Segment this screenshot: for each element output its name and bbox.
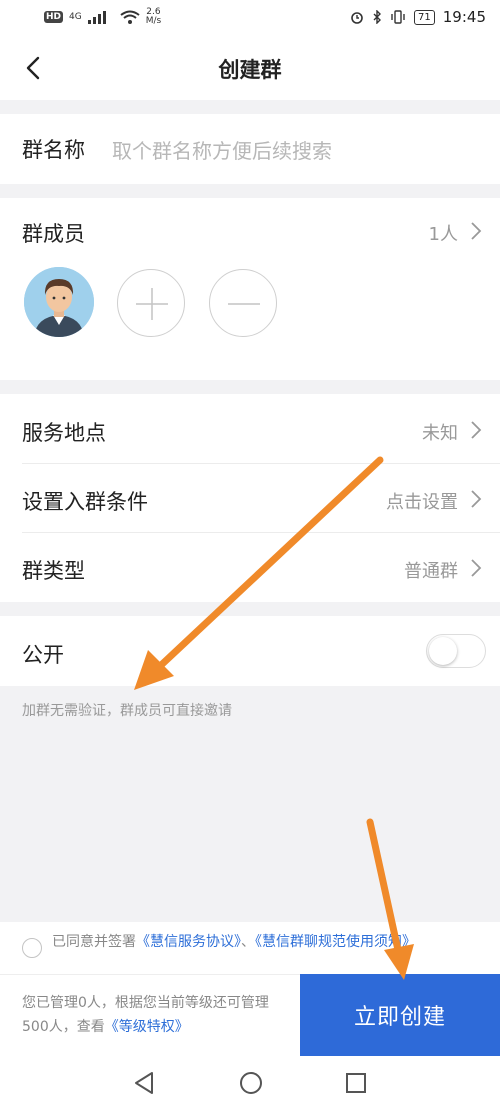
- settings-section: 服务地点 未知 设置入群条件 点击设置 群类型 普通群: [0, 394, 500, 602]
- public-label: 公开: [22, 643, 64, 667]
- location-label: 服务地点: [22, 421, 106, 445]
- signal-icon: [87, 11, 106, 24]
- group-type-value: 普通群: [404, 561, 458, 582]
- group-name-row[interactable]: 群名称 取个群名称方便后续搜索: [0, 114, 500, 184]
- chevron-right-icon: [471, 490, 482, 508]
- join-condition-value: 点击设置: [386, 492, 458, 513]
- nav-recents-icon[interactable]: [344, 1070, 368, 1096]
- nav-back-icon[interactable]: [132, 1070, 156, 1096]
- bluetooth-icon: [373, 10, 382, 24]
- service-agreement-link[interactable]: 《慧信服务协议》: [136, 934, 241, 950]
- members-section: 群成员 1人: [0, 198, 500, 380]
- person-avatar-icon: [24, 267, 94, 337]
- clock: 19:45: [442, 8, 486, 26]
- vibrate-icon: [391, 10, 405, 24]
- location-row[interactable]: 服务地点 未知: [0, 394, 500, 464]
- agreement-separator: 、: [241, 934, 255, 950]
- agreement-text: 已同意并签署《慧信服务协议》、《慧信群聊规范使用须知》: [52, 932, 472, 952]
- net-speed: 2.6 M/s: [146, 8, 162, 26]
- group-rules-link[interactable]: 《慧信群聊规范使用须知》: [255, 934, 416, 950]
- minus-icon: [228, 303, 260, 305]
- wifi-icon: [120, 10, 140, 24]
- members-count[interactable]: 1人: [429, 220, 458, 246]
- public-hint: 加群无需验证，群成员可直接邀请: [22, 703, 232, 719]
- battery-indicator: 71: [414, 9, 435, 25]
- agreement-row: 已同意并签署《慧信服务协议》、《慧信群聊规范使用须知》: [0, 922, 500, 974]
- net-speed-unit: M/s: [145, 16, 162, 26]
- group-name-input[interactable]: 取个群名称方便后续搜索: [112, 135, 332, 164]
- status-bar: HD 4G 2.6 M/s 71 19:45: [0, 0, 500, 36]
- plus-icon: [136, 288, 168, 320]
- agree-checkbox[interactable]: [22, 938, 42, 958]
- hd-badge: HD: [44, 11, 64, 23]
- join-condition-label: 设置入群条件: [22, 490, 148, 514]
- chevron-right-icon: [471, 559, 482, 577]
- nav-bar: 创建群: [0, 36, 500, 100]
- add-member-button[interactable]: [117, 269, 185, 337]
- alarm-icon: [351, 12, 363, 24]
- group-type-label: 群类型: [22, 559, 85, 583]
- public-toggle[interactable]: [426, 634, 486, 668]
- join-condition-row[interactable]: 设置入群条件 点击设置: [0, 464, 500, 532]
- management-info: 您已管理0人，根据您当前等级还可管理500人，查看《等级特权》: [0, 974, 300, 1056]
- group-name-label: 群名称: [22, 138, 85, 162]
- management-text: 您已管理0人，根据您当前等级还可管理500人，查看《等级特权》: [22, 991, 292, 1039]
- network-type: 4G: [69, 11, 82, 22]
- remove-member-button[interactable]: [209, 269, 277, 337]
- location-value: 未知: [422, 423, 458, 444]
- level-privileges-link[interactable]: 《等级特权》: [105, 1019, 189, 1035]
- chevron-right-icon[interactable]: [470, 221, 482, 241]
- chevron-right-icon: [471, 421, 482, 439]
- toggle-knob: [429, 637, 457, 665]
- avatar[interactable]: [24, 267, 94, 337]
- page-title: 创建群: [218, 58, 282, 82]
- agreement-prefix: 已同意并签署: [52, 934, 136, 950]
- create-now-button[interactable]: 立即创建: [300, 974, 500, 1056]
- nav-home-icon[interactable]: [238, 1070, 264, 1096]
- system-nav-bar: [0, 1056, 500, 1111]
- public-row: 公开: [0, 616, 500, 686]
- members-label: 群成员: [22, 222, 85, 246]
- group-type-row[interactable]: 群类型 普通群: [0, 533, 500, 602]
